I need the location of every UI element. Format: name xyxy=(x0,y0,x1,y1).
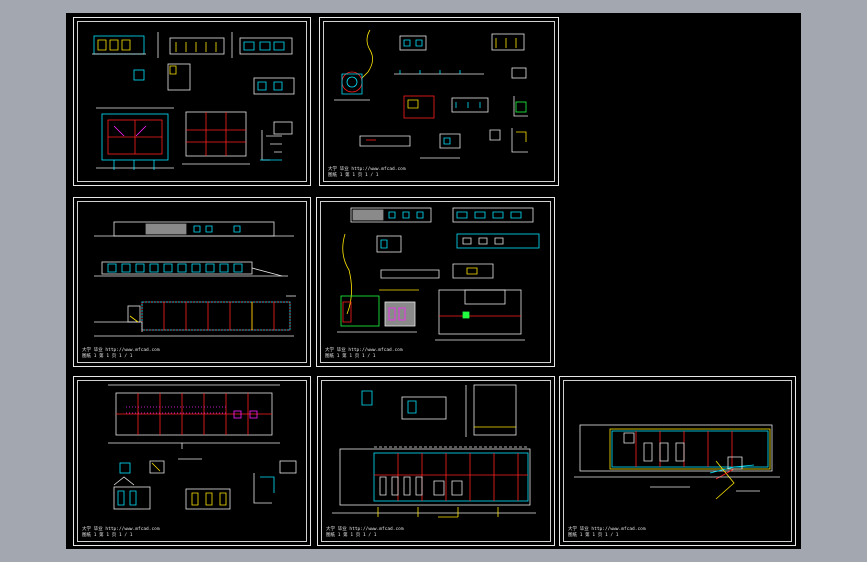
title-block: 大学 毕业 http://www.mfcad.com 图纸 1 第 1 页 1 … xyxy=(328,167,406,179)
title-block: 大学 毕业 http://www.mfcad.com 图纸 1 第 1 页 1 … xyxy=(325,348,403,360)
drawing-sheet-7[interactable]: 大学 毕业 http://www.mfcad.com 图纸 1 第 1 页 1 … xyxy=(559,376,796,546)
drawing-sheet-4[interactable]: 大学 毕业 http://www.mfcad.com 图纸 1 第 1 页 1 … xyxy=(316,197,555,367)
title-block-line-2: 图纸 1 第 1 页 1 / 1 xyxy=(328,173,379,178)
drawing-sheet-7-graphics xyxy=(574,424,780,500)
drawing-sheet-2-graphics xyxy=(334,29,528,159)
drawing-sheet-3[interactable]: 大学 毕业 http://www.mfcad.com 图纸 1 第 1 页 1 … xyxy=(73,197,311,367)
title-block: 大学 毕业 http://www.mfcad.com 图纸 1 第 1 页 1 … xyxy=(82,527,160,539)
drawing-sheet-1[interactable] xyxy=(73,17,311,186)
drawing-sheet-5-graphics xyxy=(108,384,297,510)
title-block-line-2: 图纸 1 第 1 页 1 / 1 xyxy=(568,533,619,538)
title-block-line-2: 图纸 1 第 1 页 1 / 1 xyxy=(326,533,377,538)
title-block-line-2: 图纸 1 第 1 页 1 / 1 xyxy=(82,533,133,538)
title-block: 大学 毕业 http://www.mfcad.com 图纸 1 第 1 页 1 … xyxy=(568,527,646,539)
title-block: 大学 毕业 http://www.mfcad.com 图纸 1 第 1 页 1 … xyxy=(82,348,160,360)
drawing-sheet-1-graphics xyxy=(92,32,295,170)
drawing-sheet-6-graphics xyxy=(332,384,536,518)
drawing-sheet-5[interactable]: 大学 毕业 http://www.mfcad.com 图纸 1 第 1 页 1 … xyxy=(73,376,311,546)
title-block-line-2: 图纸 1 第 1 页 1 / 1 xyxy=(325,354,376,359)
drawing-sheet-2[interactable]: 大学 毕业 http://www.mfcad.com 图纸 1 第 1 页 1 … xyxy=(319,17,559,186)
drawing-sheet-6[interactable]: 大学 毕业 http://www.mfcad.com 图纸 1 第 1 页 1 … xyxy=(317,376,555,546)
model-space-canvas[interactable]: 大学 毕业 http://www.mfcad.com 图纸 1 第 1 页 1 … xyxy=(66,13,801,549)
title-block-line-2: 图纸 1 第 1 页 1 / 1 xyxy=(82,354,133,359)
drawing-sheet-4-graphics xyxy=(337,207,540,341)
title-block: 大学 毕业 http://www.mfcad.com 图纸 1 第 1 页 1 … xyxy=(326,527,404,539)
drawing-sheet-3-graphics xyxy=(94,221,296,337)
